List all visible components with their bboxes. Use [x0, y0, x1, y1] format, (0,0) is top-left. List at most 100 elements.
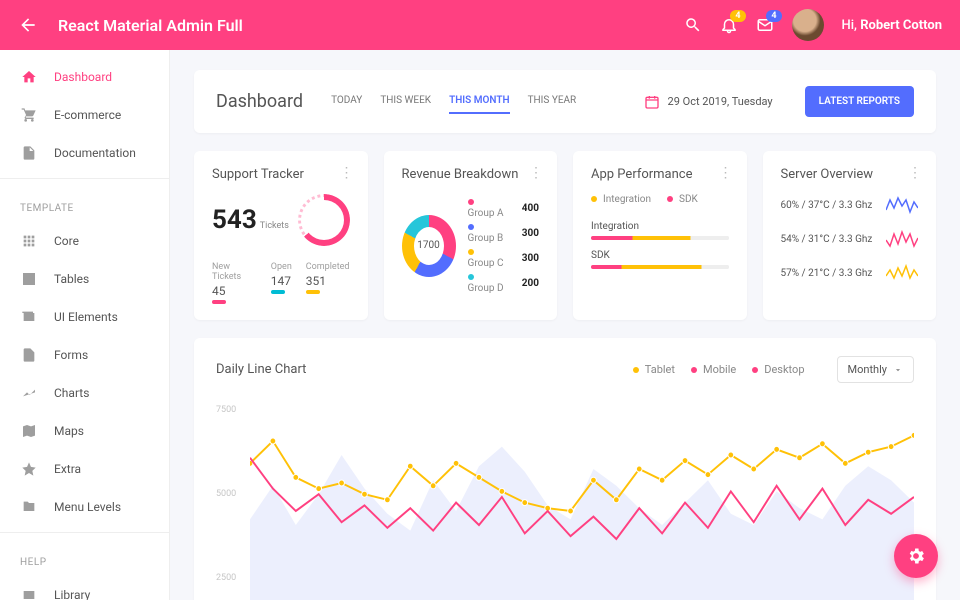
tab-this-week[interactable]: THIS WEEK: [380, 89, 431, 114]
chart-legend: Tablet Mobile Desktop Monthly: [633, 356, 914, 383]
tab-today[interactable]: TODAY: [331, 89, 362, 114]
notifications-button[interactable]: 4: [720, 16, 738, 34]
sidebar-item-label: Documentation: [54, 146, 136, 160]
mail-button[interactable]: 4: [756, 16, 774, 34]
y-tick: 5000: [216, 489, 236, 499]
server-row-0: 60% / 37°C / 3.3 Ghz: [781, 194, 919, 216]
cart-icon: [20, 107, 38, 123]
card-support-tracker: ⋮ Support Tracker 543Tickets 64% New Tic…: [194, 151, 368, 320]
perf-row-sdk-label: SDK: [591, 250, 729, 261]
card-menu-button[interactable]: ⋮: [719, 165, 733, 181]
sidebar-item-label: Extra: [54, 462, 81, 476]
chart-range-select[interactable]: Monthly: [837, 356, 915, 383]
card-daily-line-chart: Daily Line Chart Tablet Mobile Desktop M…: [194, 338, 936, 600]
sidebar-item-label: UI Elements: [54, 310, 118, 324]
revenue-donut: 1700: [402, 215, 456, 277]
card-app-performance: ⋮ App Performance Integration SDK Integr…: [573, 151, 747, 320]
card-title: Server Overview: [781, 167, 919, 182]
sidebar-item-label: Core: [54, 234, 79, 248]
topbar-right: 4 4 Hi, Robert Cotton: [684, 9, 943, 41]
sidebar-item-ui-elements[interactable]: UI Elements: [0, 298, 169, 336]
gear-icon: [906, 546, 926, 566]
sidebar-item-maps[interactable]: Maps: [0, 412, 169, 450]
map-icon: [20, 423, 38, 439]
perf-row-sdk-bar: [591, 265, 729, 269]
back-button[interactable]: [18, 15, 38, 35]
sidebar-item-menu-levels[interactable]: Menu Levels: [0, 488, 169, 526]
sidebar-item-core[interactable]: Core: [0, 222, 169, 260]
app-title: React Material Admin Full: [58, 16, 243, 35]
sidebar-item-label: Charts: [54, 386, 89, 400]
sidebar-item-label: Tables: [54, 272, 89, 286]
star-icon: [20, 461, 38, 477]
performance-legend: Integration SDK: [591, 194, 729, 205]
card-server-overview: ⋮ Server Overview 60% / 37°C / 3.3 Ghz 5…: [763, 151, 937, 320]
folder-icon: [20, 499, 38, 515]
notifications-badge: 4: [730, 10, 745, 22]
perf-row-integration-bar: [591, 236, 729, 240]
tab-this-month[interactable]: THIS MONTH: [449, 89, 510, 114]
sidebar-item-label: Library: [54, 588, 90, 600]
stat-new-tickets: New Tickets45: [212, 260, 257, 304]
stat-open: Open147: [271, 260, 292, 304]
layers-icon: [20, 309, 38, 325]
sidebar-item-dashboard[interactable]: Dashboard: [0, 58, 169, 96]
date-display[interactable]: 29 Oct 2019, Tuesday: [644, 94, 773, 110]
greeting: Hi, Robert Cotton: [842, 18, 943, 33]
sparkline-icon: [886, 194, 918, 216]
support-stats: New Tickets45 Open147 Completed351: [212, 260, 350, 304]
settings-fab[interactable]: [894, 534, 938, 578]
sidebar-item-label: Maps: [54, 424, 84, 438]
support-ticket-count: 543Tickets: [212, 205, 289, 235]
sidebar: Dashboard E-commerce Documentation TEMPL…: [0, 50, 170, 600]
sidebar-item-ecommerce[interactable]: E-commerce: [0, 96, 169, 134]
latest-reports-button[interactable]: LATEST REPORTS: [805, 86, 914, 117]
page-header: Dashboard TODAY THIS WEEK THIS MONTH THI…: [194, 70, 936, 133]
grid-icon: [20, 233, 38, 249]
sidebar-item-charts[interactable]: Charts: [0, 374, 169, 412]
sidebar-item-library[interactable]: Library: [0, 576, 169, 600]
chart-body: 7500 5000 2500: [216, 399, 914, 600]
card-title: Revenue Breakdown: [402, 167, 540, 182]
calendar-icon: [644, 94, 660, 110]
sidebar-item-forms[interactable]: Forms: [0, 336, 169, 374]
sidebar-item-label: Dashboard: [54, 70, 112, 84]
server-row-1: 54% / 31°C / 3.3 Ghz: [781, 228, 919, 250]
card-revenue-breakdown: ⋮ Revenue Breakdown 1700 Group A400 Grou…: [384, 151, 558, 320]
perf-row-integration-label: Integration: [591, 221, 729, 232]
avatar[interactable]: [792, 9, 824, 41]
card-menu-button[interactable]: ⋮: [529, 165, 543, 181]
sparkline-icon: [886, 262, 918, 284]
sidebar-item-extra[interactable]: Extra: [0, 450, 169, 488]
card-menu-button[interactable]: ⋮: [340, 165, 354, 181]
mail-badge: 4: [766, 10, 781, 22]
sidebar-item-tables[interactable]: Tables: [0, 260, 169, 298]
topbar: React Material Admin Full 4 4 Hi, Robert…: [0, 0, 960, 50]
library-icon: [20, 587, 38, 600]
search-icon: [684, 16, 702, 34]
sparkline-icon: [886, 228, 918, 250]
range-tabs: TODAY THIS WEEK THIS MONTH THIS YEAR: [331, 89, 576, 114]
sidebar-item-documentation[interactable]: Documentation: [0, 134, 169, 172]
form-icon: [20, 347, 38, 363]
table-icon: [20, 271, 38, 287]
support-percent: 64%: [304, 200, 344, 240]
tab-this-year[interactable]: THIS YEAR: [528, 89, 577, 114]
stat-completed: Completed351: [306, 260, 350, 304]
sidebar-section-template: TEMPLATE: [0, 185, 169, 222]
revenue-legend: Group A400 Group B300 Group C300 Group D…: [468, 194, 539, 297]
card-title: Support Tracker: [212, 167, 350, 182]
sidebar-section-help: HELP: [0, 539, 169, 576]
support-donut: 64%: [298, 194, 350, 246]
y-tick: 7500: [216, 405, 236, 415]
sidebar-item-label: E-commerce: [54, 108, 121, 122]
chart-icon: [20, 385, 38, 401]
arrow-back-icon: [18, 15, 38, 35]
card-menu-button[interactable]: ⋮: [908, 165, 922, 181]
chevron-down-icon: [893, 365, 903, 375]
search-button[interactable]: [684, 16, 702, 34]
chart-title: Daily Line Chart: [216, 362, 306, 377]
page-title: Dashboard: [216, 91, 303, 112]
revenue-total: 1700: [414, 227, 444, 265]
y-tick: 2500: [216, 573, 236, 583]
